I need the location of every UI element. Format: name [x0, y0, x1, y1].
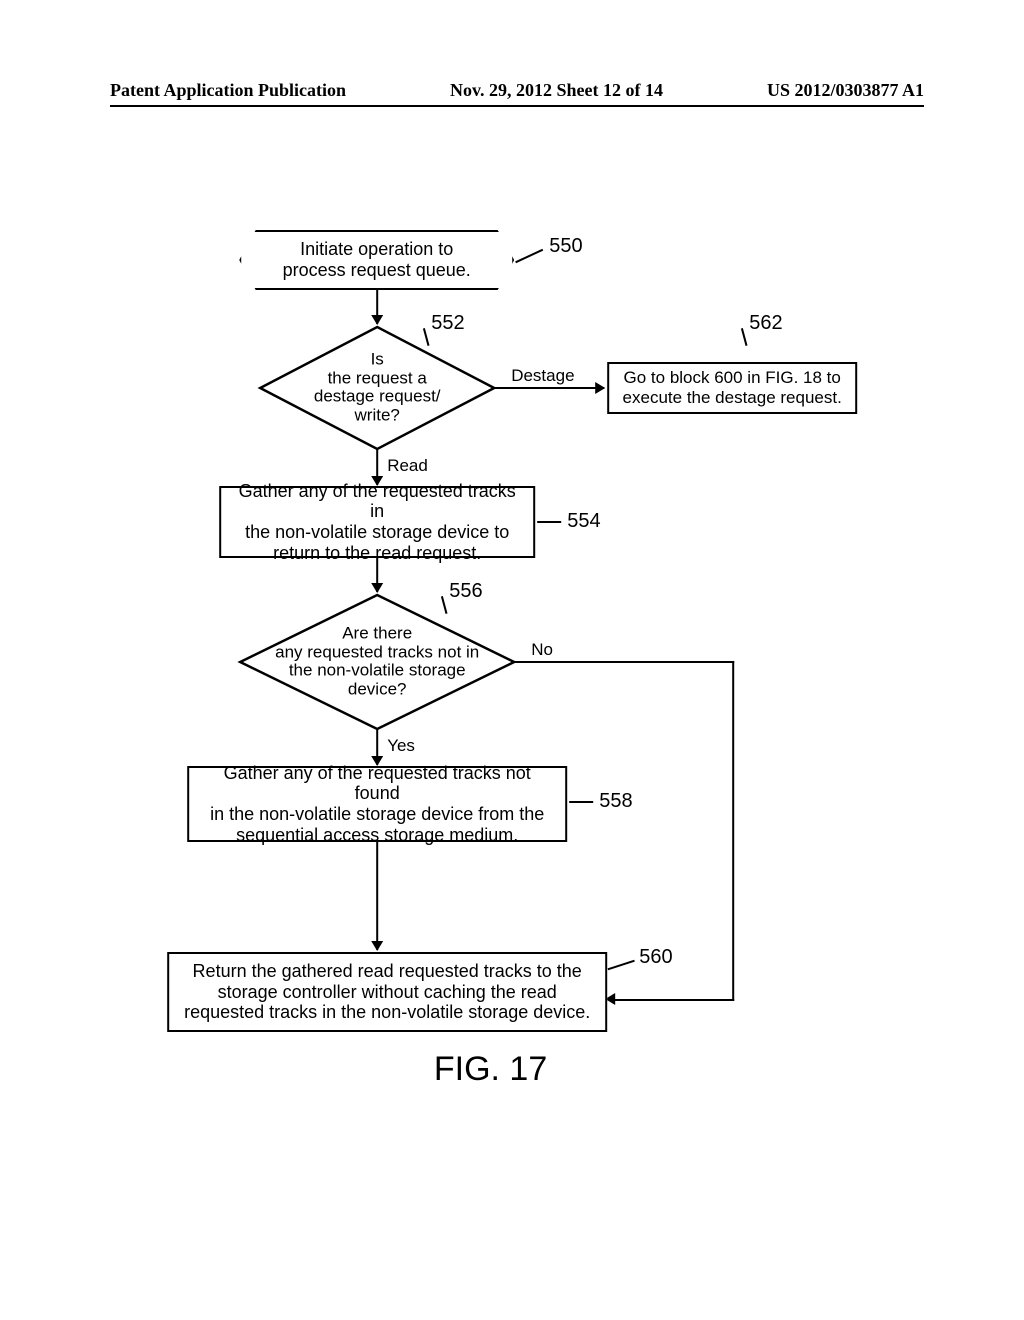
- node-550-start: Initiate operation to process request qu…: [239, 230, 514, 290]
- ref-558: 558: [599, 790, 632, 813]
- node-562-process: Go to block 600 in FIG. 18 to execute th…: [607, 362, 857, 414]
- node-550-text: Initiate operation to process request qu…: [283, 239, 471, 280]
- node-558-process: Gather any of the requested tracks not f…: [187, 766, 567, 842]
- node-558-text: Gather any of the requested tracks not f…: [199, 763, 555, 846]
- ref-550-tick: [515, 249, 543, 263]
- figure-label: FIG. 17: [434, 1050, 547, 1089]
- flowchart: Initiate operation to process request qu…: [69, 230, 889, 1120]
- ref-550: 550: [549, 235, 582, 258]
- ref-554-tick: [537, 521, 561, 523]
- ref-560-tick: [608, 960, 635, 971]
- arrow-550-552: [376, 290, 378, 324]
- node-554-process: Gather any of the requested tracks in th…: [219, 486, 535, 558]
- node-556-decision: Are there any requested tracks not in th…: [237, 592, 517, 732]
- node-554-text: Gather any of the requested tracks in th…: [231, 481, 523, 564]
- header-right: US 2012/0303877 A1: [767, 80, 924, 101]
- node-556-text: Are there any requested tracks not in th…: [254, 625, 500, 700]
- line-556-no-v: [732, 661, 734, 1001]
- node-560-process: Return the gathered read requested track…: [167, 952, 607, 1032]
- header-left: Patent Application Publication: [110, 80, 346, 101]
- ref-554: 554: [567, 510, 600, 533]
- ref-562-tick: [741, 328, 748, 346]
- page-header: Patent Application Publication Nov. 29, …: [110, 80, 924, 107]
- arrow-558-560: [376, 842, 378, 950]
- node-552-text: Is the request a destage request/ write?: [272, 351, 483, 426]
- arrow-556-no-into560: [614, 999, 734, 1001]
- arrow-554-556: [376, 558, 378, 592]
- edge-no: No: [529, 640, 555, 660]
- ref-552: 552: [431, 312, 464, 335]
- node-560-text: Return the gathered read requested track…: [184, 961, 590, 1023]
- ref-562: 562: [749, 312, 782, 335]
- arrow-552-562: [494, 387, 604, 389]
- arrow-556-558: [376, 729, 378, 765]
- node-552-decision: Is the request a destage request/ write?: [257, 324, 497, 452]
- line-556-no-h: [514, 661, 734, 663]
- node-562-text: Go to block 600 in FIG. 18 to execute th…: [623, 368, 842, 407]
- edge-destage: Destage: [509, 366, 576, 386]
- edge-yes: Yes: [385, 736, 417, 756]
- ref-556: 556: [449, 580, 482, 603]
- edge-read: Read: [385, 456, 430, 476]
- arrow-552-554: [376, 449, 378, 485]
- ref-558-tick: [569, 801, 593, 803]
- ref-560: 560: [639, 946, 672, 969]
- header-center: Nov. 29, 2012 Sheet 12 of 14: [450, 80, 663, 101]
